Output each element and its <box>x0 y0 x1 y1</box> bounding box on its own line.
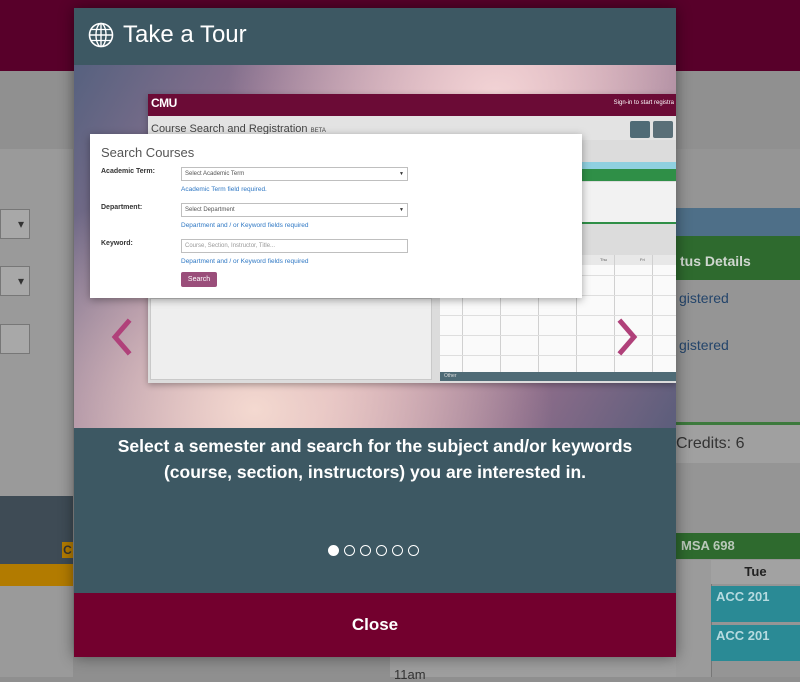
modal-title: Take a Tour <box>123 21 247 48</box>
background-orange-bar <box>0 564 73 586</box>
slide-logo: CMU <box>151 96 177 110</box>
popup-term-label: Academic Term: <box>101 168 155 175</box>
background-course-block-1: ACC 201 <box>711 586 800 622</box>
slide-toolbar-button-1 <box>630 121 650 138</box>
slide-calendar-day: Fri <box>640 257 645 262</box>
background-grid <box>676 560 712 677</box>
background-registered-link-1: gistered <box>679 290 729 306</box>
slide-search-popup: Search Courses Academic Term: Select Aca… <box>90 134 582 298</box>
popup-keyword-label: Keyword: <box>101 240 133 247</box>
slide-calendar-row <box>440 315 676 316</box>
tour-modal: Take a Tour CMU Sign-in to start registr… <box>74 8 676 657</box>
slide-toolbar-button-2 <box>653 121 673 138</box>
popup-keyword-input: Course, Section, Instructor, Title... <box>181 239 408 253</box>
slide-dot[interactable] <box>360 545 371 556</box>
background-status-header: tus Details <box>676 236 800 280</box>
slide-dot[interactable] <box>344 545 355 556</box>
background-day-header: Tue <box>711 560 800 584</box>
background-course-header: MSA 698 <box>676 533 800 559</box>
background-select-2: ▾ <box>0 266 30 296</box>
popup-term-hint: Academic Term field required. <box>181 186 267 193</box>
slide-topbar: CMU Sign-in to start registra <box>148 94 676 116</box>
slide-dot[interactable] <box>376 545 387 556</box>
popup-keyword-hint: Department and / or Keyword fields requi… <box>181 258 309 265</box>
popup-dept-label: Department: <box>101 204 143 211</box>
close-button-label: Close <box>351 615 399 634</box>
popup-term-placeholder: Select Academic Term <box>185 171 245 177</box>
slide-calendar-day: Thu <box>600 257 607 262</box>
background-teal-bar <box>676 208 800 236</box>
background-registered-link-2: gistered <box>679 337 729 353</box>
slide-calendar-row <box>440 355 676 356</box>
slide-dot[interactable] <box>392 545 403 556</box>
background-course-block-2: ACC 201 <box>711 625 800 661</box>
background-credits: Credits: 6 <box>676 422 800 463</box>
popup-dept-select: Select Department ▼ <box>181 203 408 217</box>
background-badge: C <box>62 542 73 558</box>
popup-search-button: Search <box>181 272 217 287</box>
close-button[interactable]: Close <box>74 593 676 657</box>
background-left-dark-block: C <box>0 496 73 564</box>
slide-dot[interactable] <box>408 545 419 556</box>
slide-signin: Sign-in to start registra <box>613 100 674 106</box>
modal-header: Take a Tour <box>74 8 676 65</box>
background-select-1: ▾ <box>0 209 30 239</box>
chevron-left-icon[interactable] <box>109 317 133 357</box>
popup-term-select: Select Academic Term ▼ <box>181 167 408 181</box>
background-input <box>0 324 30 354</box>
chevron-right-icon[interactable] <box>616 317 640 357</box>
globe-icon <box>88 22 114 48</box>
slide-calendar-other: Other <box>440 372 676 381</box>
popup-dept-placeholder: Select Department <box>185 207 235 213</box>
popup-title: Search Courses <box>101 145 195 160</box>
slide-results-panel <box>150 298 432 380</box>
slide-caption: Select a semester and search for the sub… <box>74 433 676 485</box>
slide-caption-text: Select a semester and search for the sub… <box>117 436 633 482</box>
slide-dot[interactable] <box>328 545 339 556</box>
background-time-cell: 11am <box>390 657 676 682</box>
popup-dept-hint: Department and / or Keyword fields requi… <box>181 222 309 229</box>
slide-calendar-row <box>440 335 676 336</box>
caret-down-icon: ▼ <box>399 171 404 177</box>
tour-carousel: CMU Sign-in to start registra Course Sea… <box>74 65 676 428</box>
popup-keyword-placeholder: Course, Section, Instructor, Title... <box>185 243 276 249</box>
background-credits-text: Credits: 6 <box>676 435 745 452</box>
caret-down-icon: ▼ <box>399 207 404 213</box>
